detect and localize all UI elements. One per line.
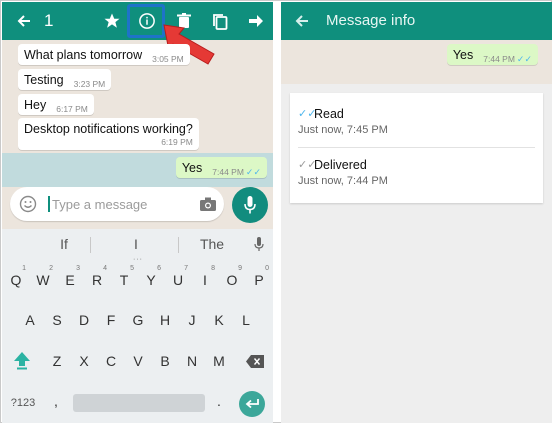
key-n[interactable]: N xyxy=(179,348,205,374)
back-arrow-icon[interactable] xyxy=(294,13,310,29)
microphone-icon xyxy=(244,196,256,214)
screenshot-frame: 1 What plans tomorrow 3:05 PM Testing 3:… xyxy=(0,0,552,423)
selection-count: 1 xyxy=(44,11,54,30)
forward-button[interactable] xyxy=(243,2,269,40)
back-arrow-icon xyxy=(17,15,30,27)
enter-key[interactable] xyxy=(239,391,265,417)
comma-key[interactable]: , xyxy=(46,388,66,414)
read-time: Just now, 7:45 PM xyxy=(298,124,388,136)
row-divider xyxy=(298,147,535,148)
message-text: Testing xyxy=(24,73,64,87)
backspace-key[interactable] xyxy=(240,348,270,374)
enter-arrow-icon xyxy=(245,399,259,409)
message-text: What plans tomorrow xyxy=(24,48,143,62)
message-text: Desktop notifications working? xyxy=(24,122,193,136)
key-s[interactable]: S xyxy=(44,307,70,333)
key-q[interactable]: Q1 xyxy=(3,265,29,293)
emoji-icon[interactable] xyxy=(19,195,37,213)
key-c[interactable]: C xyxy=(98,348,124,374)
backspace-icon xyxy=(246,354,264,368)
read-label: Read xyxy=(314,107,344,121)
key-r[interactable]: R4 xyxy=(84,265,110,293)
delivered-time: Just now, 7:44 PM xyxy=(298,175,388,187)
key-x[interactable]: X xyxy=(71,348,97,374)
key-z[interactable]: Z xyxy=(44,348,70,374)
voice-input-icon[interactable] xyxy=(254,237,264,252)
double-check-icon: ✓✓ xyxy=(516,54,532,64)
keyboard: If I ··· The Q1 W2 E3 R4 T5 Y6 U7 I8 O9 … xyxy=(2,229,273,423)
key-i[interactable]: I8 xyxy=(192,265,218,293)
message-info-toolbar: Message info xyxy=(281,2,552,40)
receipt-card: ✓✓ Read Just now, 7:45 PM ✓✓ Delivered J… xyxy=(290,93,543,203)
key-h[interactable]: H xyxy=(152,307,178,333)
key-f[interactable]: F xyxy=(98,307,124,333)
message-bubble[interactable]: Hey 6:17 PM xyxy=(18,94,94,115)
message-bubble[interactable]: Desktop notifications working? 6:19 PM xyxy=(18,118,199,150)
key-l[interactable]: L xyxy=(233,307,259,333)
mic-button[interactable] xyxy=(232,187,268,223)
key-y[interactable]: Y6 xyxy=(138,265,164,293)
message-bubble[interactable]: Testing 3:23 PM xyxy=(18,69,112,90)
key-v[interactable]: V xyxy=(125,348,151,374)
selection-toolbar: 1 xyxy=(2,2,273,40)
suggestion-divider xyxy=(90,237,91,253)
key-o[interactable]: O9 xyxy=(219,265,245,293)
suggestion-2[interactable]: I xyxy=(114,229,158,259)
selected-message-row[interactable]: Yes 7:44 PM ✓✓ xyxy=(2,153,273,187)
message-text: Yes xyxy=(452,48,474,62)
message-placeholder: Type a message xyxy=(52,197,148,212)
message-time: 3:23 PM xyxy=(73,79,106,89)
shift-arrow-icon xyxy=(14,352,30,370)
outgoing-message-bubble[interactable]: Yes 7:44 PM ✓✓ xyxy=(175,157,267,178)
message-text: Yes xyxy=(181,161,203,175)
key-p[interactable]: P0 xyxy=(246,265,272,293)
key-e[interactable]: E3 xyxy=(57,265,83,293)
key-t[interactable]: T5 xyxy=(111,265,137,293)
message-time: 6:19 PM xyxy=(161,137,193,147)
key-m[interactable]: M xyxy=(206,348,232,374)
message-input[interactable]: Type a message xyxy=(10,187,224,221)
key-w[interactable]: W2 xyxy=(30,265,56,293)
key-a[interactable]: A xyxy=(17,307,43,333)
suggestion-divider xyxy=(178,237,179,253)
message-preview-area: Yes 7:44 PM ✓✓ xyxy=(281,40,552,84)
chat-screen: 1 What plans tomorrow 3:05 PM Testing 3:… xyxy=(2,2,273,423)
more-suggestions-dots[interactable]: ··· xyxy=(133,256,143,263)
key-j[interactable]: J xyxy=(179,307,205,333)
message-time: 6:17 PM xyxy=(56,104,88,114)
double-check-icon: ✓✓ xyxy=(245,167,261,177)
forward-arrow-icon xyxy=(249,15,263,27)
message-time: 7:44 PM xyxy=(212,167,244,177)
space-bar[interactable] xyxy=(73,394,205,412)
message-time: 7:44 PM xyxy=(483,54,515,64)
key-u[interactable]: U7 xyxy=(165,265,191,293)
message-time: 3:05 PM xyxy=(152,54,184,64)
period-key[interactable]: . xyxy=(210,388,228,414)
message-text: Hey xyxy=(24,98,47,112)
key-b[interactable]: B xyxy=(152,348,178,374)
shift-key[interactable] xyxy=(8,348,36,374)
back-button[interactable] xyxy=(10,2,38,40)
star-icon xyxy=(104,13,120,28)
text-caret xyxy=(48,196,50,212)
suggestion-1[interactable]: If xyxy=(42,229,86,259)
message-info-screen: Message info Yes 7:44 PM ✓✓ ✓✓ Read Just n… xyxy=(281,2,552,423)
key-g[interactable]: G xyxy=(125,307,151,333)
camera-icon[interactable] xyxy=(200,197,216,211)
message-bubble[interactable]: What plans tomorrow 3:05 PM xyxy=(18,44,190,65)
key-d[interactable]: D xyxy=(71,307,97,333)
delivered-label: Delivered xyxy=(314,158,367,172)
page-title: Message info xyxy=(326,12,416,29)
outgoing-message-bubble: Yes 7:44 PM ✓✓ xyxy=(446,44,538,65)
suggestion-3[interactable]: The xyxy=(190,229,234,259)
info-highlight-box xyxy=(127,4,165,38)
star-button[interactable] xyxy=(99,2,125,40)
key-k[interactable]: K xyxy=(206,307,232,333)
symbols-key[interactable]: ?123 xyxy=(6,390,40,416)
